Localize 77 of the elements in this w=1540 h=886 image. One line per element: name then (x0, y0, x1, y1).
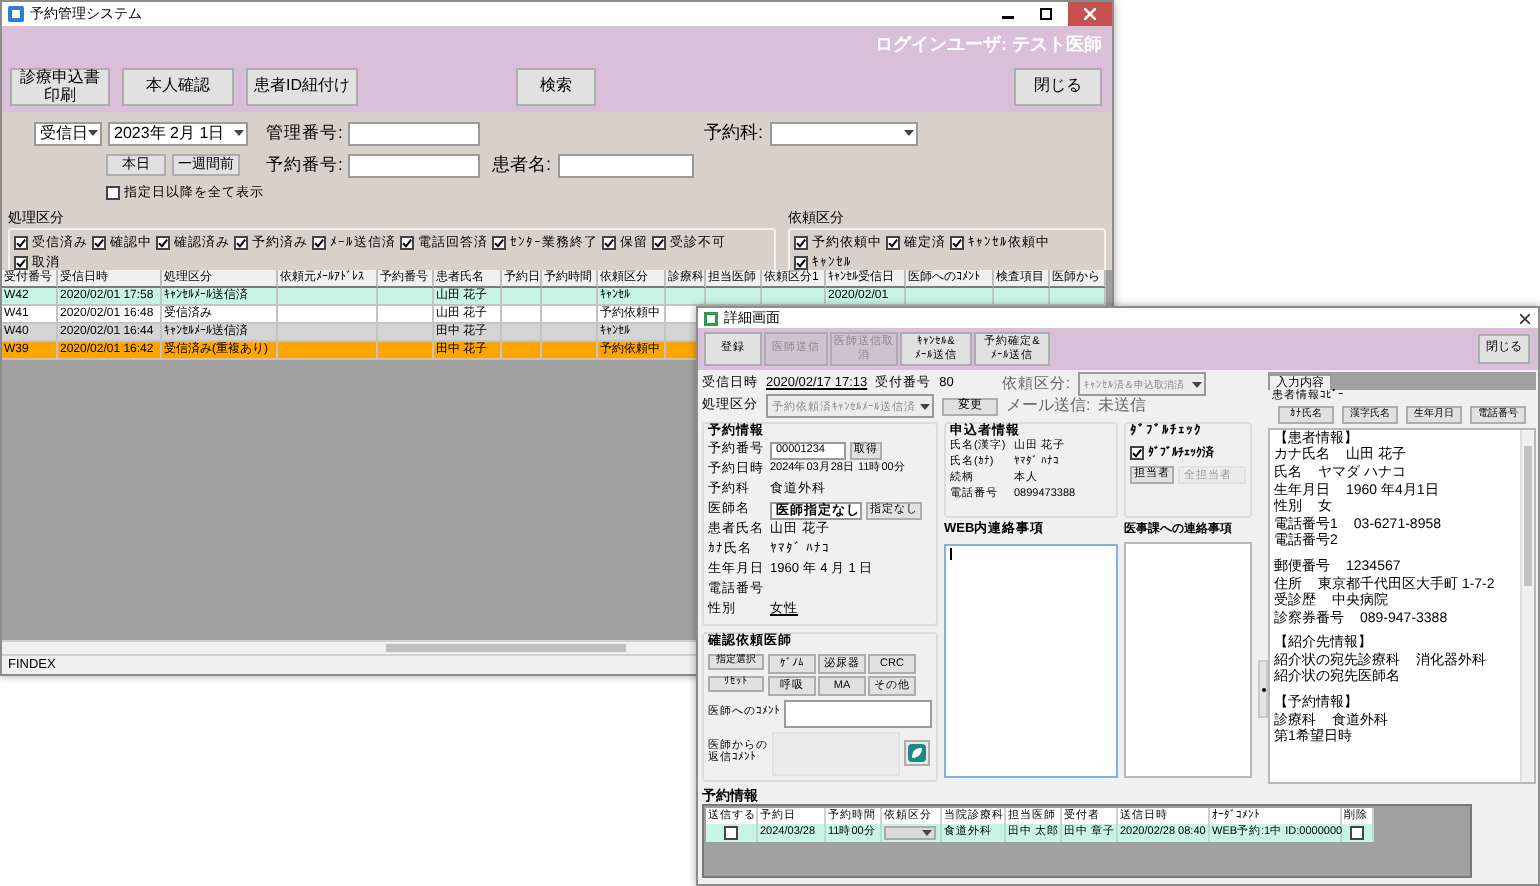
table-cell (906, 288, 994, 306)
checkbox[interactable] (106, 186, 120, 200)
table-cell (502, 306, 542, 324)
mail-status-text: 未送信 (1098, 397, 1147, 415)
close-icon (1519, 313, 1529, 323)
checkbox[interactable] (793, 236, 808, 250)
table-cell (762, 288, 826, 306)
caret-icon (920, 403, 930, 409)
leaf-icon (908, 744, 926, 763)
table-cell (666, 288, 706, 306)
table-cell (278, 342, 378, 360)
checkbox[interactable] (14, 236, 28, 250)
comment-field[interactable] (784, 699, 932, 728)
caret-icon (903, 130, 914, 136)
table-cell (502, 324, 542, 342)
login-user-text: ログインユーザ: テスト医師 (875, 32, 1102, 58)
text-cursor (950, 547, 952, 560)
caret-icon (88, 130, 98, 136)
table-cell (502, 342, 542, 360)
table-cell (278, 324, 378, 342)
notes-field[interactable] (944, 543, 1118, 778)
checkbox[interactable] (724, 826, 738, 841)
field-label: 管理番号: (266, 121, 343, 145)
table-cell (502, 288, 542, 306)
checkbox[interactable] (949, 236, 964, 250)
table-cell (542, 324, 598, 342)
dropdown[interactable] (884, 826, 936, 841)
table-cell (542, 342, 598, 360)
splitter-button[interactable] (1258, 660, 1268, 718)
table-cell (1050, 288, 1106, 306)
checkbox[interactable] (234, 236, 248, 250)
edit-button[interactable] (904, 740, 930, 767)
date-picker[interactable]: 2023年 2月 1日 (108, 121, 248, 145)
toolbar-button[interactable]: 検索 (516, 68, 596, 106)
checkbox[interactable] (400, 236, 414, 250)
date-type-dropdown[interactable]: 受信日 (34, 121, 102, 145)
table-cell (378, 324, 434, 342)
checkbox[interactable] (312, 236, 326, 250)
table-cell (706, 288, 762, 306)
maximize-icon (1040, 8, 1052, 20)
table-cell (542, 288, 598, 306)
table-cell (378, 288, 434, 306)
checkbox[interactable] (1350, 826, 1364, 841)
caret-icon (922, 830, 932, 837)
checkbox[interactable] (652, 236, 666, 250)
toolbar-button[interactable]: 診療申込書印刷 (10, 68, 110, 106)
checkbox[interactable] (14, 256, 28, 270)
checkbox[interactable] (602, 236, 616, 250)
table-cell (542, 306, 598, 324)
caret-icon (234, 130, 244, 136)
toolbar-button[interactable]: 本人確認 (122, 68, 234, 106)
notes-field[interactable] (1124, 542, 1252, 778)
checkbox[interactable] (92, 236, 106, 250)
input-field[interactable] (557, 153, 694, 177)
table-cell (378, 342, 434, 360)
field-label: 予約科: (704, 120, 764, 146)
table-cell (278, 306, 378, 324)
field-label: 予約番号: (266, 153, 343, 177)
toolbar-button[interactable]: 閉じる (1014, 68, 1102, 106)
checkbox[interactable] (492, 236, 506, 250)
table-cell (994, 288, 1050, 306)
caret-icon (1192, 381, 1202, 387)
checkbox[interactable] (1130, 445, 1144, 460)
input-field[interactable] (348, 153, 481, 177)
close-icon (1084, 8, 1096, 20)
field-label: メール送信: (1006, 397, 1091, 415)
checkbox[interactable] (793, 255, 808, 269)
table-cell (278, 288, 378, 306)
department-dropdown[interactable] (769, 121, 918, 145)
checkbox[interactable] (885, 236, 900, 250)
input-field[interactable] (348, 121, 481, 145)
checkbox[interactable] (156, 236, 170, 250)
vertical-scrollbar[interactable] (1520, 429, 1534, 782)
reply-field (772, 731, 900, 776)
toolbar-button[interactable]: 患者ID紐付け (246, 68, 358, 106)
table-cell (378, 306, 434, 324)
field-label: 患者名: (492, 152, 552, 178)
